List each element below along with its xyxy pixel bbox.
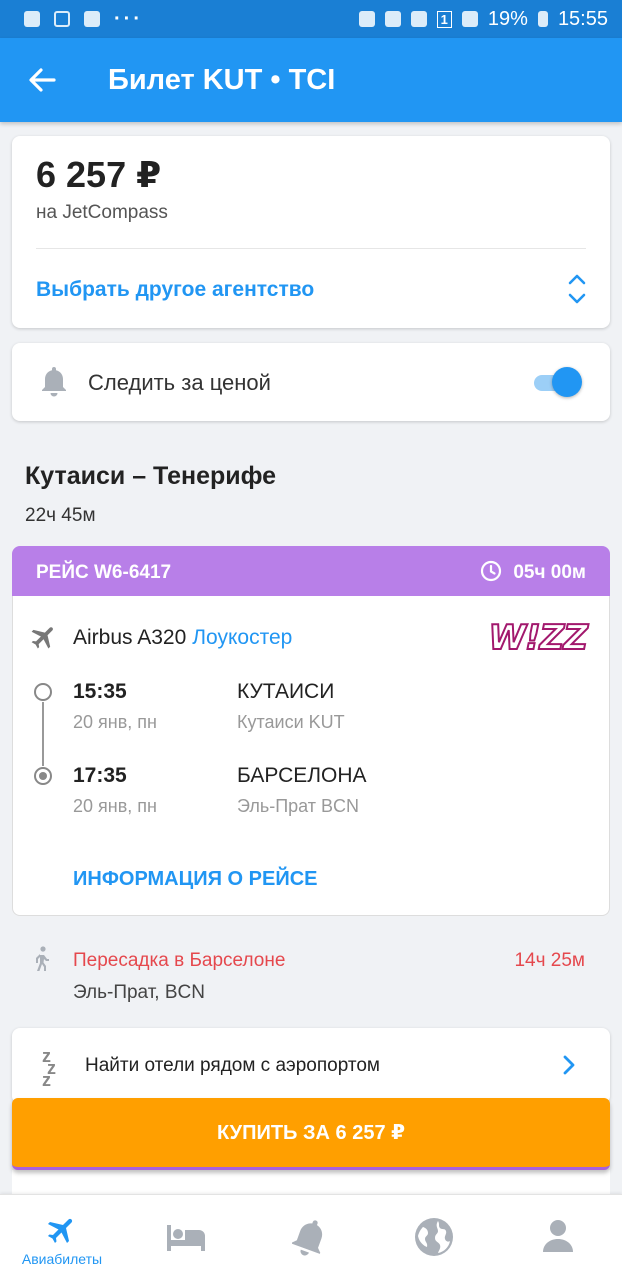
arrival-city: БАРСЕЛОНА — [237, 764, 367, 787]
departure-date: 20 янв, пн — [73, 712, 157, 732]
aircraft-info: Airbus A320 Лоукостер — [73, 626, 292, 650]
globe-icon — [415, 1218, 453, 1256]
sleep-icon: z zz — [42, 1046, 57, 1090]
missed-call-icon — [54, 11, 70, 27]
buy-button[interactable]: КУПИТЬ ЗА 6 257 ₽ — [12, 1098, 610, 1170]
battery-icon — [537, 11, 548, 27]
arrival-dot — [34, 767, 52, 785]
flight-details-card: Airbus A320 Лоукостер W!ZZ 15:35 20 янв, … — [12, 596, 610, 916]
route-title: Кутаиси – Тенерифе — [25, 462, 277, 490]
status-right-icons: 1 19% 15:55 — [358, 7, 608, 31]
flight-duration: 05ч 00м — [513, 562, 586, 583]
arrow-left-icon — [29, 68, 56, 92]
toggle-knob — [552, 367, 582, 397]
arrival-date: 20 янв, пн — [73, 796, 157, 816]
ticket-price: 6 257 ₽ — [36, 154, 162, 195]
bed-icon — [167, 1225, 205, 1251]
page-title: Билет KUT • TCI — [108, 63, 336, 96]
sim-badge: 1 — [436, 10, 452, 28]
price-watch-card: Следить за ценой — [12, 343, 610, 421]
departure-time: 15:35 — [73, 680, 127, 703]
status-bar: ··· 1 19% 15:55 — [0, 0, 622, 38]
chevron-right-icon — [563, 1055, 575, 1075]
lowcost-tag: Лоукостер — [192, 626, 293, 649]
find-hotels-label: Найти отели рядом с аэропортом — [85, 1055, 380, 1076]
music-app-icon — [24, 11, 40, 27]
nav-item-hotels[interactable] — [124, 1195, 248, 1280]
nav-item-alerts[interactable] — [248, 1195, 372, 1280]
back-button[interactable] — [22, 60, 62, 100]
clock-time: 15:55 — [557, 7, 608, 30]
bell-icon — [292, 1220, 323, 1256]
wifi-icon — [410, 11, 427, 27]
expand-collapse-icon[interactable] — [566, 272, 588, 306]
flight-header: РЕЙС W6-6417 05ч 00м — [12, 546, 610, 596]
bottom-navigation: Авиабилеты — [0, 1194, 622, 1280]
person-icon — [543, 1220, 573, 1252]
battery-percent: 19% — [487, 7, 528, 30]
flight-number: РЕЙС W6-6417 — [36, 562, 172, 583]
signal-icon — [461, 11, 478, 27]
route-duration: 22ч 45м — [25, 505, 96, 526]
departure-dot — [34, 683, 52, 701]
status-left-icons: ··· — [24, 8, 143, 31]
transfer-duration: 14ч 25м — [514, 950, 585, 971]
plane-icon — [47, 1218, 73, 1244]
choose-agency-link[interactable]: Выбрать другое агентство — [36, 278, 314, 302]
price-card: 6 257 ₽ на JetCompass Выбрать другое аге… — [12, 136, 610, 328]
agency-name: на JetCompass — [36, 202, 168, 223]
arrival-time: 17:35 — [73, 764, 127, 787]
nav-item-explore[interactable] — [372, 1195, 496, 1280]
transfer-label: Пересадка в Барселоне — [73, 950, 286, 971]
departure-airport: Кутаиси KUT — [237, 712, 345, 732]
more-notifications-icon: ··· — [114, 7, 143, 30]
bell-icon — [42, 367, 66, 397]
nav-label-flights: Авиабилеты — [21, 1251, 103, 1267]
airplane-icon — [31, 627, 53, 649]
watch-price-label: Следить за ценой — [88, 370, 271, 395]
mute-icon — [384, 11, 401, 27]
transfer-airport: Эль-Прат, BCN — [73, 982, 205, 1003]
flight-info-link[interactable]: ИНФОРМАЦИЯ О РЕЙСЕ — [73, 868, 318, 891]
nav-item-flights[interactable]: Авиабилеты — [0, 1195, 124, 1280]
airline-logo: W!ZZ — [488, 617, 589, 659]
departure-city: КУТАИСИ — [237, 680, 335, 703]
app-bar: Билет KUT • TCI — [0, 38, 622, 122]
nav-item-profile[interactable] — [496, 1195, 620, 1280]
recycle-icon — [358, 11, 375, 27]
arrival-airport: Эль-Прат BCN — [237, 796, 360, 816]
timeline-line — [42, 702, 44, 766]
find-hotels-row[interactable]: z zz Найти отели рядом с аэропортом — [12, 1028, 610, 1104]
divider — [36, 248, 586, 249]
aircraft-model: Airbus A320 — [73, 626, 187, 649]
walking-person-icon — [36, 946, 49, 971]
folder-icon — [84, 11, 100, 27]
clock-icon — [480, 560, 502, 582]
watch-price-toggle[interactable] — [532, 367, 582, 397]
